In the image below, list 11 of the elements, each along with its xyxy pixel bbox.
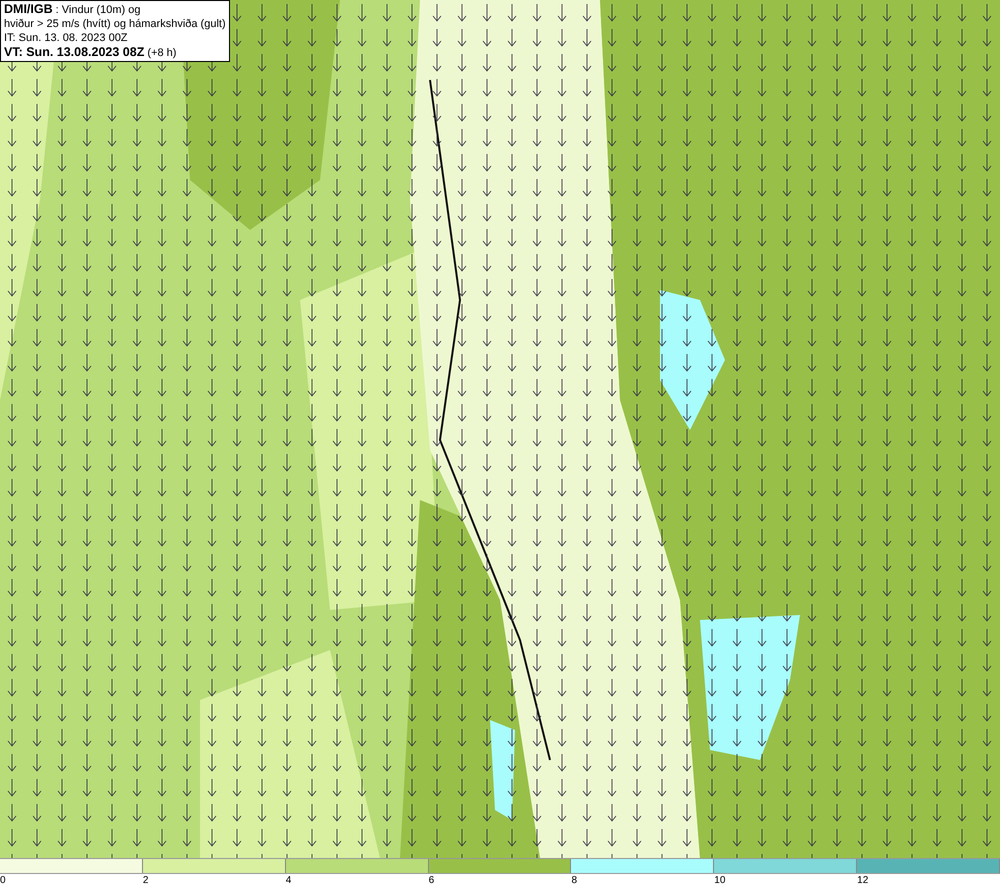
- info-text: VT: Sun. 13.08.2023 08Z (+8 h): [4, 45, 178, 60]
- info-text: DMI/IGB : Vindur (10m) og: [4, 2, 142, 17]
- legend-label: 12: [857, 875, 868, 886]
- legend-label: 10: [714, 875, 726, 886]
- legend-label: 0: [0, 875, 6, 886]
- legend-label: 2: [142, 875, 148, 886]
- legend-label: 4: [286, 875, 292, 886]
- info-text: hviður > 25 m/s (hvítt) og hámarkshviða (gult): [4, 17, 226, 31]
- info-text: IT: Sun. 13. 08. 2023 00Z: [4, 31, 129, 45]
- legend-label: 8: [571, 875, 577, 886]
- legend-label: 6: [428, 875, 434, 886]
